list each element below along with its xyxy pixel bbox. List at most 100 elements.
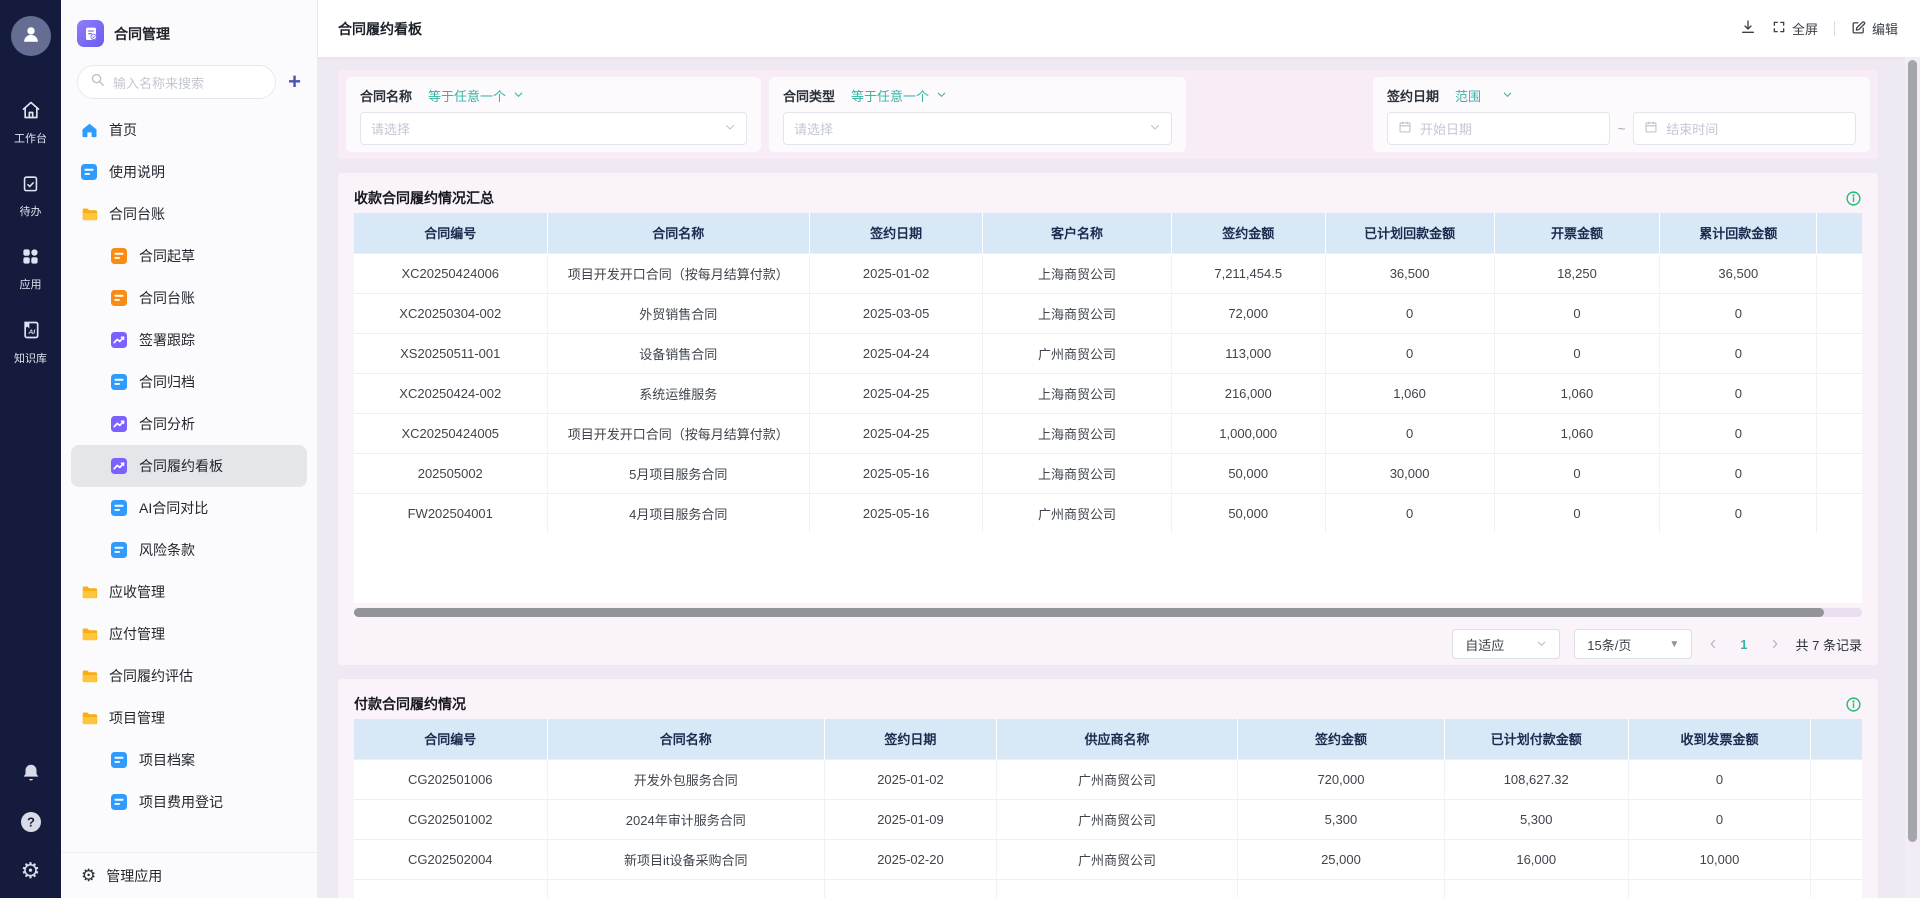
table-cell: 2025-01-02 <box>824 758 997 799</box>
fit-mode-select[interactable]: 自适应 <box>1452 629 1561 659</box>
column-header[interactable]: 已计划付款金额 <box>1444 719 1629 759</box>
column-header[interactable]: 签约日期 <box>824 719 997 759</box>
sidebar-item-合同台账[interactable]: 合同台账 <box>71 193 307 235</box>
sidebar-item-首页[interactable]: 首页 <box>71 109 307 151</box>
column-header[interactable]: 收到发票金额 <box>1628 719 1812 759</box>
table-row[interactable]: XC20250424-002 系统运维服务 2025-04-25 上海商贸公司 216,… <box>354 372 1862 413</box>
sidebar-item-label: 合同分析 <box>139 416 195 432</box>
table-row[interactable]: 202505002 5月项目服务合同 2025-05-16 上海商贸公司 50,000 3… <box>354 452 1862 493</box>
sidebar-item-label: 合同履约看板 <box>139 458 223 474</box>
table-cell: 5月项目服务合同 <box>547 452 810 493</box>
current-page[interactable]: 1 <box>1734 637 1753 652</box>
table-cell: 0 <box>1659 492 1818 533</box>
table-cell: 50,000 <box>1171 452 1326 493</box>
filter-operator-dropdown[interactable]: 等于任意一个 <box>851 86 947 105</box>
table-row[interactable]: XC20250424005 项目开发开口合同（按每月结算付款） 2025-04-25… <box>354 412 1862 453</box>
edit-button[interactable]: 编辑 <box>1851 19 1898 38</box>
sidebar-header: 合同管理 <box>61 0 317 59</box>
horizontal-scrollbar-thumb[interactable] <box>354 608 1825 617</box>
column-header[interactable]: 合同编号 <box>354 719 548 759</box>
sidebar-search-input[interactable]: 输入名称来搜索 <box>77 65 277 99</box>
sidebar-item-AI合同对比[interactable]: AI合同对比 <box>71 487 307 529</box>
ai-book-icon: AI <box>21 320 41 345</box>
info-icon[interactable] <box>1845 696 1862 713</box>
settings-gear-icon[interactable]: ⚙ <box>21 860 41 882</box>
table-cell: 上海商贸公司 <box>982 452 1172 493</box>
contract-type-select[interactable]: 请选择 <box>783 112 1172 145</box>
help-icon[interactable]: ? <box>19 810 43 834</box>
pagination: 自适应 15条/页 ▼ 1 共 7 条记录 <box>354 624 1862 664</box>
table-cell: 外贸销售合同 <box>547 292 810 333</box>
column-header[interactable]: 开票金额 <box>1494 213 1661 253</box>
table-row[interactable]: CG202501006 开发外包服务合同 2025-01-02 广州商贸公司 720,0… <box>354 758 1862 799</box>
sidebar-item-manage-apps[interactable]: ⚙ 管理应用 <box>61 852 317 898</box>
left-rail: 工作台 待办 应用 AI 知识库 ? ⚙ <box>0 0 61 898</box>
column-header[interactable]: 签约金额 <box>1237 719 1445 759</box>
column-header[interactable]: 累计回款金额 <box>1659 213 1818 253</box>
column-header[interactable]: 客户名称 <box>982 213 1172 253</box>
rail-item-todo[interactable]: 待办 <box>20 174 42 219</box>
filter-operator-dropdown[interactable]: 范围 <box>1455 86 1513 105</box>
column-header[interactable]: 已计划回款金额 <box>1325 213 1495 253</box>
user-avatar[interactable] <box>10 16 51 56</box>
sidebar-item-项目管理[interactable]: 项目管理 <box>71 697 307 739</box>
download-button[interactable] <box>1740 19 1756 38</box>
rail-nav: 工作台 待办 应用 AI 知识库 <box>14 100 47 366</box>
sidebar-item-label: AI合同对比 <box>139 500 209 516</box>
sidebar-item-合同台账[interactable]: 合同台账 <box>71 277 307 319</box>
total-records: 共 7 条记录 <box>1795 637 1862 653</box>
sidebar-item-合同归档[interactable]: 合同归档 <box>71 361 307 403</box>
sidebar-item-合同起草[interactable]: 合同起草 <box>71 235 307 277</box>
filter-operator-dropdown[interactable]: 等于任意一个 <box>428 86 524 105</box>
table-cell: 720,000 <box>1237 758 1445 799</box>
sidebar-item-合同分析[interactable]: 合同分析 <box>71 403 307 445</box>
column-header[interactable]: 合同名称 <box>547 213 810 253</box>
chevron-down-icon <box>513 88 524 103</box>
start-date-input[interactable]: 开始日期 <box>1387 112 1610 145</box>
sidebar-item-应收管理[interactable]: 应收管理 <box>71 571 307 613</box>
end-date-input[interactable]: 结束时间 <box>1633 112 1856 145</box>
table-row[interactable]: CG202501002 2024年审计服务合同 2025-01-09 广州商贸公司 5,… <box>354 798 1862 839</box>
sidebar-item-使用说明[interactable]: 使用说明 <box>71 151 307 193</box>
table-row[interactable]: XC20250304-002 外贸销售合同 2025-03-05 上海商贸公司 72,0… <box>354 292 1862 333</box>
add-button[interactable]: + <box>286 71 303 93</box>
doc-blue-icon <box>111 794 128 810</box>
table-cell: 5,300 <box>1237 798 1445 839</box>
table-cell: 上海商贸公司 <box>982 372 1172 413</box>
table-cell <box>1816 452 1862 493</box>
column-header[interactable]: 合同编号 <box>354 213 548 253</box>
rail-item-workbench[interactable]: 工作台 <box>14 100 47 146</box>
column-header[interactable]: 签约金额 <box>1171 213 1326 253</box>
sidebar-item-合同履约评估[interactable]: 合同履约评估 <box>71 655 307 697</box>
table-row[interactable]: XS20250511-001 设备销售合同 2025-04-24 广州商贸公司 113,… <box>354 332 1862 373</box>
table-row[interactable]: XC20250424006 项目开发开口合同（按每月结算付款） 2025-01-02… <box>354 252 1862 293</box>
rail-item-knowledge[interactable]: AI 知识库 <box>14 320 47 366</box>
table-cell: 1,060 <box>1494 372 1661 413</box>
table-cell: 系统运维服务 <box>547 372 810 413</box>
fullscreen-button[interactable]: 全屏 <box>1772 19 1818 38</box>
column-header[interactable]: 供应商名称 <box>996 719 1239 759</box>
contract-name-select[interactable]: 请选择 <box>360 112 747 145</box>
sidebar-item-风险条款[interactable]: 风险条款 <box>71 529 307 571</box>
rail-item-apps[interactable]: 应用 <box>20 247 42 292</box>
vertical-scrollbar-thumb[interactable] <box>1908 60 1917 843</box>
sidebar-item-签署跟踪[interactable]: 签署跟踪 <box>71 319 307 361</box>
info-icon[interactable] <box>1845 190 1862 207</box>
chevron-down-icon <box>724 121 736 136</box>
search-icon <box>90 72 105 92</box>
filter-contract-name: 合同名称 等于任意一个 请选择 <box>346 77 761 152</box>
table-row[interactable]: CG202502004 新项目it设备采购合同 2025-02-20 广州商贸公司 25… <box>354 838 1862 879</box>
sidebar-item-项目费用登记[interactable]: 项目费用登记 <box>71 781 307 823</box>
page-size-select[interactable]: 15条/页 ▼ <box>1574 629 1693 659</box>
prev-page-button[interactable] <box>1706 637 1720 651</box>
column-header[interactable]: 签约日期 <box>809 213 984 253</box>
sidebar-item-项目档案[interactable]: 项目档案 <box>71 739 307 781</box>
sidebar-item-合同履约看板[interactable]: 合同履约看板 <box>71 445 307 487</box>
table-row[interactable]: FW202504001 4月项目服务合同 2025-05-16 广州商贸公司 50,00… <box>354 492 1862 533</box>
manage-apps-label: 管理应用 <box>106 867 163 884</box>
table-cell <box>1816 372 1862 413</box>
column-header[interactable]: 合同名称 <box>547 719 825 759</box>
sidebar-item-应付管理[interactable]: 应付管理 <box>71 613 307 655</box>
next-page-button[interactable] <box>1768 637 1782 651</box>
bell-icon[interactable] <box>20 762 42 784</box>
